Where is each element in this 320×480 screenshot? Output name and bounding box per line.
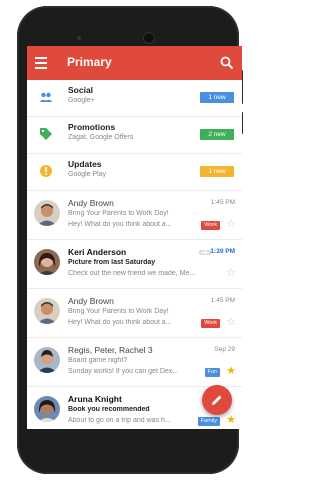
star-icon[interactable]: ☆ [226,268,236,279]
mail-snippet: About to go on a trip and was h... [68,417,171,424]
avatar [34,347,60,373]
label-chip: Family [197,417,220,426]
mail-item[interactable]: Keri Anderson ⊂⊃ 1:39 PM Picture from la… [27,240,242,289]
avatar [34,249,60,275]
label-chip: Work [201,319,220,328]
category-subtitle: Zagat, Google Offers [68,134,134,141]
mail-subject: Bring Your Parents to Work Day! [68,308,169,315]
sensor-dot [77,36,81,40]
sender: Regis, Peter, Rachel 3 [68,345,153,355]
mail-snippet: Check out the new friend we made, Me... [68,270,196,277]
star-icon[interactable]: ☆ [226,219,236,230]
mail-snippet: Hey! What do you think about a... [68,319,172,326]
label-chip: Fun [204,368,220,377]
people-icon [39,92,53,102]
category-social[interactable]: Social Google+ 1 new [27,80,242,117]
page-title: Primary [67,55,112,69]
star-icon[interactable]: ★ [226,415,236,426]
search-icon[interactable] [220,56,234,70]
category-subtitle: Google Play [68,171,107,178]
sender: Keri Anderson [68,247,127,257]
category-subtitle: Google+ [68,97,95,104]
mail-subject: Bring Your Parents to Work Day! [68,210,169,217]
pencil-icon [212,395,222,405]
category-title: Updates [68,159,102,169]
category-promotions[interactable]: Promotions Zagat, Google Offers 2 new [27,117,242,154]
sender: Andy Brown [68,296,114,306]
app-bar: Primary [27,46,242,80]
avatar [34,298,60,324]
new-badge: 2 new [200,129,234,140]
mail-snippet: Sunday works! If you can get Dex... [68,368,179,375]
avatar [34,396,60,422]
star-icon[interactable]: ★ [226,366,236,377]
mail-time: Sep 29 [214,346,235,353]
mail-item[interactable]: Andy Brown 1:45 PM Bring Your Parents to… [27,191,242,240]
new-badge: 1 new [200,166,234,177]
mail-time: 1:39 PM [210,248,235,255]
avatar [34,200,60,226]
sender: Andy Brown [68,198,114,208]
mail-item[interactable]: Andy Brown 1:45 PM Bring Your Parents to… [27,289,242,338]
star-icon[interactable]: ☆ [226,317,236,328]
front-camera [143,32,155,44]
category-title: Promotions [68,122,116,132]
mail-snippet: Hey! What do you think about a... [68,221,172,228]
mail-subject: Picture from last Saturday [68,259,156,266]
category-title: Social [68,85,94,95]
category-updates[interactable]: Updates Google Play 1 new [27,154,242,191]
mail-subject: Board game night? [68,357,128,364]
info-icon [40,165,52,177]
label-chip: Work [201,221,220,230]
mail-item[interactable]: Regis, Peter, Rachel 3 Sep 29 Board game… [27,338,242,387]
tag-icon [40,128,52,140]
mail-subject: Book you recommended [68,406,150,413]
mail-time: 1:45 PM [210,199,235,206]
new-badge: 1 new [200,92,234,103]
sender: Aruna Knight [68,394,122,404]
compose-button[interactable] [202,385,232,415]
menu-icon[interactable] [35,57,47,69]
mail-time: 1:45 PM [210,297,235,304]
screen: Primary Social Google+ 1 new Promotions … [27,46,242,429]
